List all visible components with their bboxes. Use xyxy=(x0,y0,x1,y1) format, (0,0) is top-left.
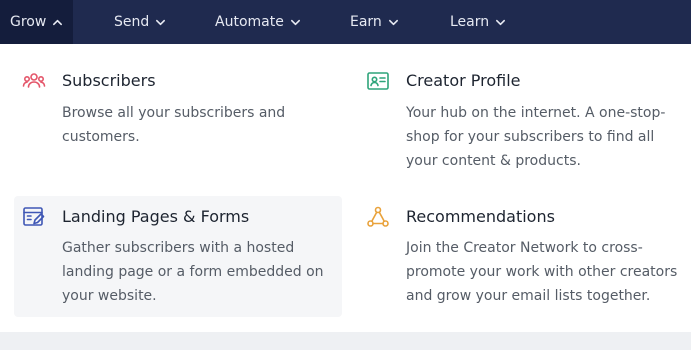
nav-send-label: Send xyxy=(114,14,150,30)
chevron-up-icon xyxy=(53,19,63,25)
chevron-down-icon xyxy=(290,19,300,25)
menu-item-description: Your hub on the internet. A one-stop-sho… xyxy=(406,105,666,169)
menu-item-landing-pages-forms[interactable]: Landing Pages & Forms Gather subscribers… xyxy=(14,196,342,317)
nav-learn[interactable]: Learn xyxy=(450,0,506,44)
menu-item-description: Join the Creator Network to cross-promot… xyxy=(406,240,678,304)
menu-item-title: Creator Profile xyxy=(406,71,521,90)
form-edit-icon xyxy=(23,207,45,226)
nav-learn-label: Learn xyxy=(450,14,490,30)
grow-dropdown-panel: Subscribers Browse all your subscribers … xyxy=(0,44,691,332)
menu-item-description: Gather subscribers with a hosted landing… xyxy=(62,240,324,304)
top-navbar: Grow Send Automate Earn Learn xyxy=(0,0,691,44)
id-card-icon xyxy=(367,72,389,90)
menu-item-title: Subscribers xyxy=(62,71,156,90)
nav-grow-label: Grow xyxy=(10,14,47,30)
users-icon xyxy=(22,73,46,88)
menu-item-creator-profile[interactable]: Creator Profile Your hub on the internet… xyxy=(358,56,686,180)
nav-send[interactable]: Send xyxy=(114,0,166,44)
menu-item-subscribers[interactable]: Subscribers Browse all your subscribers … xyxy=(14,56,342,180)
nav-grow[interactable]: Grow xyxy=(0,0,74,44)
nav-earn[interactable]: Earn xyxy=(350,0,399,44)
menu-item-title: Landing Pages & Forms xyxy=(62,207,250,226)
chevron-down-icon xyxy=(156,19,166,25)
menu-item-title: Recommendations xyxy=(406,207,555,226)
nav-automate[interactable]: Automate xyxy=(215,0,301,44)
menu-item-recommendations[interactable]: Recommendations Join the Creator Network… xyxy=(358,196,686,317)
menu-item-description: Browse all your subscribers and customer… xyxy=(62,105,286,145)
chevron-down-icon xyxy=(496,19,506,25)
chevron-down-icon xyxy=(388,19,398,25)
nav-automate-label: Automate xyxy=(215,14,284,30)
network-icon xyxy=(367,206,389,227)
nav-earn-label: Earn xyxy=(350,14,382,30)
